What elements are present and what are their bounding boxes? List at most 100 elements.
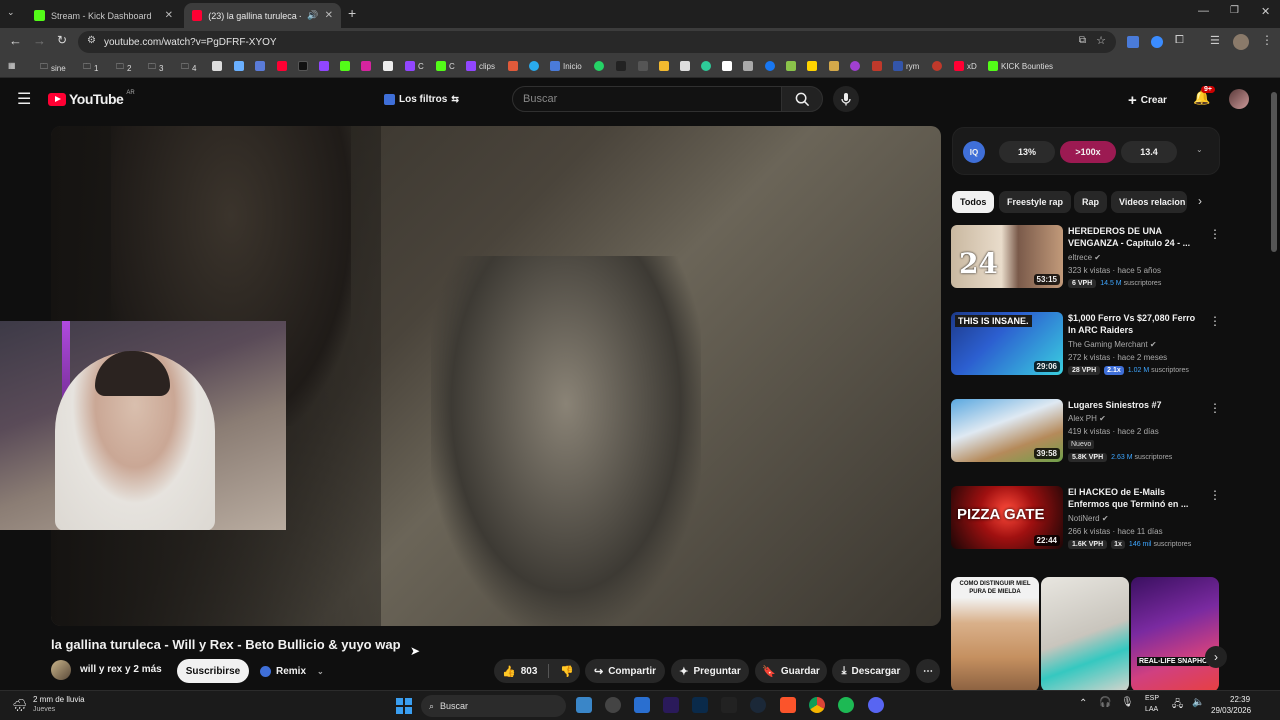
close-tab-icon[interactable]: ✕ xyxy=(325,10,333,21)
bookmark-folder-sine[interactable]: 🗀 sine xyxy=(40,61,66,75)
search-button[interactable] xyxy=(781,86,823,112)
steam-icon[interactable] xyxy=(750,697,766,713)
bookmark-kick-c[interactable]: C xyxy=(436,61,455,71)
bookmark-favicon[interactable] xyxy=(659,61,669,71)
bookmark-favicon[interactable] xyxy=(277,61,287,71)
more-options-icon[interactable]: ⋮ xyxy=(1209,314,1221,328)
chip-videos-relacionados[interactable]: Videos relacion xyxy=(1111,191,1187,213)
save-button[interactable]: 🔖 Guardar xyxy=(755,659,827,683)
chevron-down-icon[interactable]: ⌄ xyxy=(1196,145,1203,154)
app-icon[interactable] xyxy=(634,697,650,713)
bookmark-favicon[interactable] xyxy=(872,61,882,71)
close-tab-icon[interactable]: ✕ xyxy=(165,10,173,21)
thumbs-down-icon[interactable]: 👎 xyxy=(560,665,574,678)
recommended-video[interactable]: 39:58 Lugares Siniestros #7 Alex PH ✔ 41… xyxy=(951,399,1221,465)
bookmark-favicon[interactable] xyxy=(298,61,308,71)
reading-list-icon[interactable]: ☰ xyxy=(1210,34,1220,47)
minimize-button[interactable]: — xyxy=(1198,5,1209,17)
menu-icon[interactable]: ⋮ xyxy=(1261,33,1273,47)
weather-text[interactable]: 2 mm de lluvia xyxy=(33,695,85,704)
video-thumbnail[interactable]: 39:58 xyxy=(951,399,1063,462)
video-thumbnail[interactable]: THIS IS INSANE. 29:06 xyxy=(951,312,1063,375)
taskbar-search[interactable]: ⌕ Buscar xyxy=(421,695,566,717)
ask-button[interactable]: ✦ Preguntar xyxy=(671,659,749,683)
channel-avatar[interactable] xyxy=(51,660,71,680)
reload-icon[interactable]: ↻ xyxy=(57,33,67,47)
bookmark-clips[interactable]: clips xyxy=(466,61,495,71)
bookmark-rym[interactable]: rym xyxy=(893,61,919,71)
close-window-button[interactable]: ✕ xyxy=(1261,5,1270,18)
chip-rap[interactable]: Rap xyxy=(1074,191,1108,213)
bookmark-kick-bounties[interactable]: KICK Bounties xyxy=(988,61,1053,71)
clock-time[interactable]: 22:39 xyxy=(1230,695,1250,704)
weather-icon[interactable]: 🌧 xyxy=(12,698,27,712)
more-actions-button[interactable]: ⋯ xyxy=(916,659,940,683)
hamburger-menu-icon[interactable]: ☰ xyxy=(17,89,31,109)
discord-icon[interactable] xyxy=(868,697,884,713)
photoshop-icon[interactable] xyxy=(692,697,708,713)
language-code[interactable]: ESP xyxy=(1145,695,1159,702)
extension-vpn-icon[interactable] xyxy=(1151,36,1163,48)
more-options-icon[interactable]: ⋮ xyxy=(1209,488,1221,502)
recommended-video[interactable]: 24 53:15 HEREDEROS DE UNA VENGANZA - Cap… xyxy=(951,225,1221,291)
video-thumbnail[interactable]: 24 53:15 xyxy=(951,225,1063,288)
bookmark-favicon[interactable] xyxy=(765,61,775,71)
chip-todos[interactable]: Todos xyxy=(952,191,995,213)
channel-name[interactable]: will y rex y 2 más xyxy=(80,664,162,675)
chevron-up-icon[interactable]: ⌃ xyxy=(1079,698,1087,709)
chevron-right-icon[interactable]: › xyxy=(1198,194,1202,208)
recommended-video[interactable]: PIZZA GATE 22:44 El HACKEO de E-Mails En… xyxy=(951,486,1221,552)
restore-button[interactable]: ❐ xyxy=(1230,5,1239,16)
chip-freestyle-rap[interactable]: Freestyle rap xyxy=(999,191,1072,213)
mic-tray-icon[interactable]: 🎙 xyxy=(1121,697,1134,708)
extension-translate-icon[interactable] xyxy=(1127,36,1139,48)
obs-icon[interactable] xyxy=(605,697,621,713)
bookmark-favicon[interactable] xyxy=(807,61,817,71)
create-button[interactable]: + Crear xyxy=(1128,89,1167,111)
speaker-icon[interactable]: 🔊 xyxy=(307,10,318,21)
voice-search-button[interactable] xyxy=(833,86,859,112)
install-icon[interactable]: ⧉ xyxy=(1079,35,1086,46)
bookmark-favicon[interactable] xyxy=(932,61,942,71)
bookmark-inicio[interactable]: Inicio xyxy=(550,61,582,71)
bookmark-folder-4[interactable]: 🗀 4 xyxy=(181,61,196,75)
bookmark-favicon[interactable] xyxy=(340,61,350,71)
bookmark-xd[interactable]: xD xyxy=(954,61,977,71)
bookmark-favicon[interactable] xyxy=(319,61,329,71)
bookmark-favicon[interactable] xyxy=(743,61,753,71)
tab-kick-dashboard[interactable]: Stream - Kick Dashboard ✕ xyxy=(26,3,181,28)
bookmark-favicon[interactable] xyxy=(829,61,839,71)
chrome-icon[interactable] xyxy=(809,697,825,713)
task-view-icon[interactable] xyxy=(576,697,592,713)
short-card[interactable] xyxy=(1041,577,1129,692)
subscribe-button[interactable]: Suscribirse xyxy=(177,659,249,683)
apps-icon[interactable]: ▦ xyxy=(8,61,16,70)
network-icon[interactable]: 🖧 xyxy=(1172,697,1183,714)
bookmark-favicon[interactable] xyxy=(638,61,648,71)
bookmark-favicon[interactable] xyxy=(701,61,711,71)
account-avatar[interactable] xyxy=(1229,89,1249,109)
bookmark-folder-1[interactable]: 🗀 1 xyxy=(83,61,98,75)
headset-icon[interactable]: 🎧 xyxy=(1099,697,1111,708)
like-button[interactable]: 👍 803 xyxy=(502,665,537,678)
short-card[interactable]: REAL-LIFE SNAPHO xyxy=(1131,577,1219,692)
site-info-icon[interactable]: ⚙ xyxy=(87,35,96,46)
address-bar[interactable]: ⚙ youtube.com/watch?v=PgDFRF-XYOY ⧉ ☆ xyxy=(78,31,1116,53)
search-input[interactable]: Buscar xyxy=(512,86,782,112)
more-options-icon[interactable]: ⋮ xyxy=(1209,401,1221,415)
bookmark-favicon[interactable] xyxy=(383,61,393,71)
page-scrollbar[interactable] xyxy=(1271,92,1277,252)
bookmark-favicon[interactable] xyxy=(361,61,371,71)
bookmark-favicon[interactable] xyxy=(234,61,244,71)
video-thumbnail[interactable]: PIZZA GATE 22:44 xyxy=(951,486,1063,549)
bookmark-folder-2[interactable]: 🗀 2 xyxy=(116,61,131,75)
shorts-next-button[interactable]: › xyxy=(1205,646,1227,668)
bookmark-favicon[interactable] xyxy=(722,61,732,71)
more-options-icon[interactable]: ⋮ xyxy=(1209,227,1221,241)
spotify-icon[interactable] xyxy=(838,697,854,713)
download-button[interactable]: ⤓ Descargar xyxy=(832,659,910,683)
recommended-video[interactable]: THIS IS INSANE. 29:06 $1,000 Ferro Vs $2… xyxy=(951,312,1221,378)
filters-button[interactable]: Los filtros ⇆ xyxy=(376,88,467,110)
premiere-icon[interactable] xyxy=(663,697,679,713)
new-tab-button[interactable]: + xyxy=(348,5,356,21)
